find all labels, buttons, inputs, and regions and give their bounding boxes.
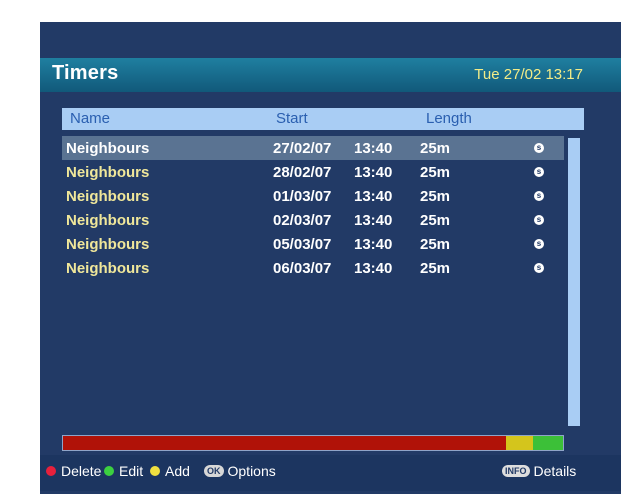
- red-dot-icon: [46, 466, 56, 476]
- series-s-icon: s: [534, 167, 544, 177]
- series-s-icon: s: [534, 143, 544, 153]
- timer-time: 13:40: [354, 164, 393, 181]
- info-key-icon: INFO: [502, 465, 530, 477]
- timer-date: 27/02/07: [273, 140, 332, 157]
- add-button[interactable]: Add: [150, 463, 190, 479]
- green-dot-icon: [104, 466, 114, 476]
- column-header-start: Start: [276, 110, 308, 127]
- column-header-length: Length: [426, 110, 472, 127]
- add-label: Add: [165, 463, 190, 479]
- timer-time: 13:40: [354, 212, 393, 229]
- timer-row[interactable]: Neighbours 06/03/07 13:40 25m s: [62, 256, 564, 280]
- timer-list: Neighbours 27/02/07 13:40 25m s Neighbours 28/…: [62, 136, 564, 280]
- timer-length: 25m: [420, 212, 451, 229]
- details-label: Details: [533, 463, 577, 479]
- yellow-dot-icon: [150, 466, 160, 476]
- timer-length: 25m: [420, 188, 451, 205]
- timer-time: 13:40: [354, 140, 393, 157]
- timer-row[interactable]: Neighbours 01/03/07 13:40 25m s: [62, 184, 564, 208]
- timer-date: 05/03/07: [273, 236, 332, 253]
- series-s-icon: s: [534, 191, 544, 201]
- ok-key-icon: OK: [204, 465, 224, 477]
- date-time: Tue 27/02 13:17: [474, 66, 583, 83]
- timer-time: 13:40: [354, 236, 393, 253]
- options-label: Options: [227, 463, 276, 479]
- usage-segment: [533, 436, 563, 450]
- timer-name: Neighbours: [66, 236, 150, 253]
- series-s-icon: s: [534, 263, 544, 273]
- timer-time: 13:40: [354, 260, 393, 277]
- details-button[interactable]: INFO Details: [502, 463, 576, 479]
- timer-date: 01/03/07: [273, 188, 332, 205]
- timer-usage-bar: [62, 435, 564, 451]
- scroll-thumb[interactable]: [568, 138, 580, 426]
- timer-row[interactable]: Neighbours 28/02/07 13:40 25m s: [62, 160, 564, 184]
- timer-length: 25m: [420, 260, 451, 277]
- timer-date: 06/03/07: [273, 260, 332, 277]
- timer-row[interactable]: Neighbours 02/03/07 13:40 25m s: [62, 208, 564, 232]
- edit-label: Edit: [119, 463, 144, 479]
- series-s-icon: s: [534, 215, 544, 225]
- usage-segment: [63, 436, 506, 450]
- options-button[interactable]: OK Options: [204, 463, 276, 479]
- delete-label: Delete: [61, 463, 102, 479]
- usage-segment: [505, 436, 533, 450]
- timer-name: Neighbours: [66, 260, 150, 277]
- series-s-icon: s: [534, 239, 544, 249]
- timer-row[interactable]: Neighbours 05/03/07 13:40 25m s: [62, 232, 564, 256]
- timer-name: Neighbours: [66, 212, 150, 229]
- timer-length: 25m: [420, 140, 451, 157]
- timer-date: 28/02/07: [273, 164, 332, 181]
- timer-date: 02/03/07: [273, 212, 332, 229]
- timer-name: Neighbours: [66, 164, 150, 181]
- column-header-row: Name Start Length: [62, 108, 584, 130]
- timer-name: Neighbours: [66, 188, 150, 205]
- column-header-name: Name: [70, 110, 111, 127]
- scrollbar[interactable]: [567, 136, 581, 428]
- page-title: Timers: [52, 62, 119, 84]
- delete-button[interactable]: Delete: [46, 463, 101, 479]
- timer-time: 13:40: [354, 188, 393, 205]
- edit-button[interactable]: Edit: [104, 463, 143, 479]
- timer-length: 25m: [420, 236, 451, 253]
- timer-name: Neighbours: [66, 140, 150, 157]
- timer-row[interactable]: Neighbours 27/02/07 13:40 25m s: [62, 136, 564, 160]
- tv-screen: Timers Tue 27/02 13:17 Name Start Length…: [0, 0, 621, 503]
- timer-length: 25m: [420, 164, 451, 181]
